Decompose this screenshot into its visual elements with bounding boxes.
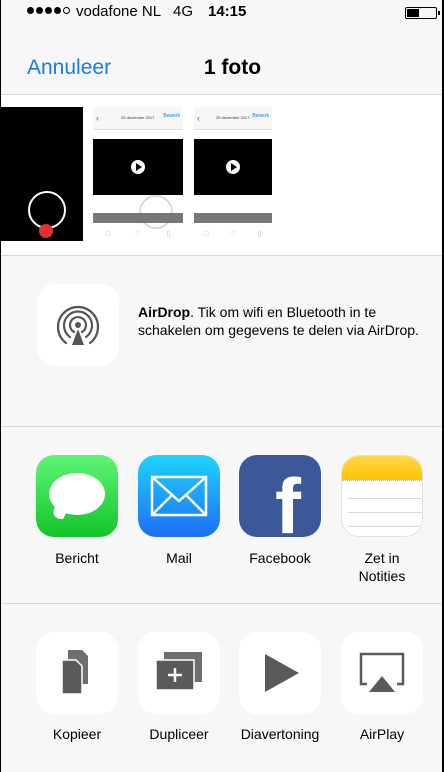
chevron-left-icon: ‹ xyxy=(197,113,200,123)
video-preview xyxy=(194,139,272,195)
thumbnail-toolbar: □ ♡ ▯ xyxy=(93,227,183,241)
mail-icon xyxy=(138,455,220,537)
photo-thumbnail-camera[interactable] xyxy=(1,107,83,241)
airdrop-title: AirDrop xyxy=(138,304,191,320)
share-sheet-screen: vodafone NL 4G 14:15 Annuleer 1 foto ‹ 2… xyxy=(1,0,442,772)
play-icon xyxy=(131,160,145,174)
action-airplay[interactable]: AirPlay xyxy=(341,632,423,742)
action-duplicate[interactable]: Dupliceer xyxy=(138,632,220,742)
airdrop-description: AirDrop. Tik om wifi en Bluetooth in te … xyxy=(138,303,428,339)
share-app-facebook[interactable]: f Facebook xyxy=(239,455,321,567)
action-label: Diavertoning xyxy=(240,726,320,742)
carrier-name: vodafone NL xyxy=(76,3,162,20)
airplay-icon xyxy=(341,632,423,714)
thumbnail-toolbar: □ ♡ ▯ xyxy=(194,227,272,241)
app-label: Mail xyxy=(166,550,192,566)
app-label: Facebook xyxy=(249,550,311,566)
thumbnail-date: 25 december 2017 xyxy=(121,115,155,120)
photo-strip[interactable]: ‹ 25 december 2017 Bewerk □ ♡ ▯ ‹ 25 dec… xyxy=(1,95,442,325)
thumbnail-scrubber xyxy=(93,213,183,223)
play-icon xyxy=(226,160,240,174)
airdrop-section[interactable]: AirDrop. Tik om wifi en Bluetooth in te … xyxy=(1,256,442,427)
thumbnail-scrubber xyxy=(194,213,272,223)
duplicate-icon xyxy=(138,632,220,714)
status-bar: vodafone NL 4G 14:15 xyxy=(1,0,442,22)
navigation-bar: Annuleer 1 foto xyxy=(1,40,442,95)
heart-icon: ♡ xyxy=(230,231,237,238)
chevron-left-icon: ‹ xyxy=(96,113,99,123)
photo-thumbnail-selected[interactable]: ‹ 25 december 2017 Bewerk □ ♡ ▯ xyxy=(194,107,272,241)
battery-icon xyxy=(405,7,440,19)
share-app-messages[interactable]: Bericht xyxy=(36,455,118,567)
thumbnail-nav-bar: ‹ 25 december 2017 Bewerk xyxy=(93,107,183,130)
app-label: Zet in Notities xyxy=(358,550,406,584)
action-label: Kopieer xyxy=(52,726,102,742)
photo-thumbnail-video[interactable]: ‹ 25 december 2017 Bewerk □ ♡ ▯ xyxy=(93,107,183,241)
thumbnail-date: 25 december 2017 xyxy=(216,115,250,120)
action-label: AirPlay xyxy=(359,726,405,742)
thumbnail-edit: Bewerk xyxy=(163,113,180,119)
signal-strength-icon xyxy=(27,7,70,14)
trash-icon: ▯ xyxy=(166,231,171,238)
copy-icon xyxy=(36,632,118,714)
trash-icon: ▯ xyxy=(257,231,262,238)
slideshow-icon xyxy=(239,632,321,714)
page-title: 1 foto xyxy=(203,56,262,79)
record-icon xyxy=(39,224,53,238)
loading-spinner-icon xyxy=(139,195,173,229)
action-copy[interactable]: Kopieer xyxy=(36,632,118,742)
action-slideshow[interactable]: Diavertoning xyxy=(239,632,321,742)
network-type: 4G xyxy=(173,3,194,20)
thumbnail-nav-bar: ‹ 25 december 2017 Bewerk xyxy=(194,107,272,130)
thumbnail-edit: Bewerk xyxy=(252,113,269,119)
share-apps-row[interactable]: Bericht Mail f Facebook Zet in Notities xyxy=(1,427,442,604)
app-label: Bericht xyxy=(55,550,99,566)
share-icon: □ xyxy=(105,230,110,238)
action-label: Dupliceer xyxy=(149,726,209,742)
clock: 14:15 xyxy=(208,3,247,20)
share-app-notes[interactable]: Zet in Notities xyxy=(341,455,423,585)
messages-icon xyxy=(36,455,118,537)
notes-icon xyxy=(341,455,423,537)
share-icon: □ xyxy=(204,230,209,238)
share-app-mail[interactable]: Mail xyxy=(138,455,220,567)
facebook-icon: f xyxy=(239,455,321,537)
airdrop-icon[interactable] xyxy=(37,284,119,366)
heart-icon: ♡ xyxy=(135,231,142,238)
share-actions-row[interactable]: Kopieer Dupliceer Diavertoning AirPlay xyxy=(1,604,442,772)
video-preview xyxy=(93,139,183,195)
